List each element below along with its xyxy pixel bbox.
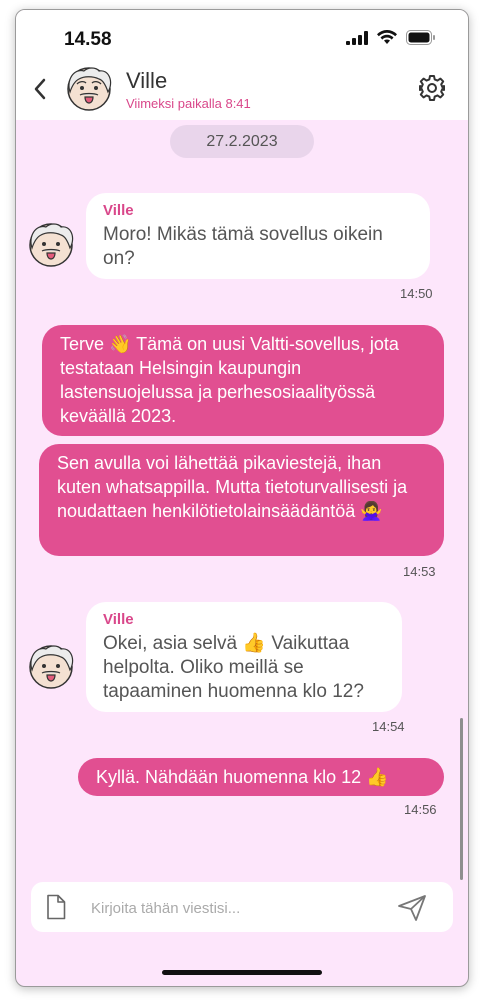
sender-name: Ville	[103, 611, 134, 628]
home-indicator[interactable]	[162, 970, 322, 975]
status-icons	[346, 30, 436, 45]
message-text: Terve 👋 Tämä on uusi Valtti-sovellus, jo…	[60, 334, 399, 426]
status-bar: 14.58	[16, 10, 468, 66]
chat-header: Ville Viimeksi paikalla 8:41	[16, 66, 468, 120]
message-timestamp: 14:54	[372, 719, 405, 734]
gear-icon[interactable]	[418, 74, 446, 102]
contact-name: Ville	[126, 68, 168, 93]
incoming-message[interactable]: Ville Okei, asia selvä 👍 Vaikuttaa helpo…	[86, 602, 402, 712]
sender-avatar	[29, 645, 74, 689]
file-icon[interactable]	[45, 894, 67, 920]
message-timestamp: 14:50	[400, 286, 433, 301]
sender-name: Ville	[103, 202, 134, 219]
last-seen-status: Viimeksi paikalla 8:41	[126, 96, 251, 111]
sender-avatar	[29, 223, 74, 267]
message-text: Kyllä. Nähdään huomenna klo 12 👍	[96, 767, 389, 787]
status-time: 14.58	[64, 29, 112, 50]
phone-screen: 14.58 Ville Viimeksi paikalla 8:41 27.2.…	[15, 9, 469, 987]
date-separator: 27.2.2023	[170, 125, 314, 158]
message-timestamp: 14:53	[403, 564, 436, 579]
message-text: Okei, asia selvä 👍 Vaikuttaa helpolta. O…	[103, 633, 364, 702]
message-input[interactable]	[89, 895, 383, 921]
message-text: Moro! Mikäs tämä sovellus oikein on?	[103, 224, 383, 269]
outgoing-message[interactable]: Sen avulla voi lähettää pikaviestejä, ih…	[39, 444, 444, 556]
message-timestamp: 14:56	[404, 802, 437, 817]
wifi-icon	[377, 30, 397, 44]
message-text: Sen avulla voi lähettää pikaviestejä, ih…	[57, 453, 408, 521]
outgoing-message[interactable]: Kyllä. Nähdään huomenna klo 12 👍	[78, 758, 444, 796]
contact-avatar[interactable]	[66, 66, 112, 112]
battery-icon	[406, 30, 435, 45]
outgoing-message[interactable]: Terve 👋 Tämä on uusi Valtti-sovellus, jo…	[42, 325, 444, 436]
send-icon[interactable]	[397, 894, 427, 922]
chevron-left-icon[interactable]	[30, 74, 50, 104]
incoming-message[interactable]: Ville Moro! Mikäs tämä sovellus oikein o…	[86, 193, 430, 279]
message-composer	[31, 882, 453, 932]
chat-scrollbar[interactable]	[460, 718, 463, 880]
signal-icon	[346, 30, 368, 45]
